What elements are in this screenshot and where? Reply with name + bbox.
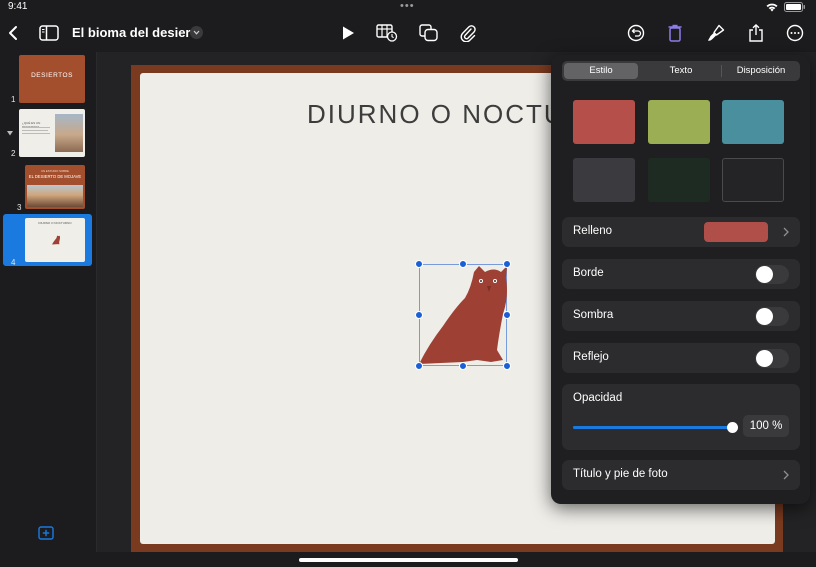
resize-handle[interactable] (459, 260, 467, 268)
format-tabs: Estilo Texto Disposición (562, 61, 800, 81)
more-button[interactable] (782, 20, 808, 46)
tab-text[interactable]: Texto (642, 63, 720, 79)
opacity-value-field[interactable]: 100 % (743, 415, 789, 437)
add-slide-button[interactable] (38, 526, 54, 540)
slide-thumbnail-title: DESIERTOS (31, 72, 73, 79)
document-title[interactable]: El bioma del desierto (72, 25, 203, 40)
undo-button[interactable] (623, 20, 649, 46)
slide-thumbnail-4[interactable]: DIURNO O NOCTURNO (25, 218, 85, 262)
owl-icon (419, 264, 507, 366)
resize-handle[interactable] (415, 260, 423, 268)
paperclip-icon (460, 25, 476, 42)
opacity-label: Opacidad (573, 392, 623, 404)
play-icon (343, 26, 354, 40)
slide-thumbnail-photo (27, 185, 83, 207)
reflection-toggle[interactable] (755, 349, 789, 368)
resize-handle[interactable] (503, 260, 511, 268)
border-row: Borde (562, 259, 800, 289)
slide-thumbnail-3[interactable]: UN ESTUDIO SOBRE EL DESIERTO DE MOJAVE (25, 165, 85, 209)
slide-thumbnail-1[interactable]: DESIERTOS (19, 55, 85, 103)
slide-number: 1 (11, 95, 16, 104)
border-label: Borde (573, 267, 604, 279)
format-button[interactable] (703, 20, 729, 46)
document-menu-button[interactable] (190, 26, 203, 39)
resize-handle[interactable] (503, 311, 511, 319)
chevron-down-icon (193, 30, 200, 35)
shadow-row: Sombra (562, 301, 800, 331)
resize-handle[interactable] (415, 362, 423, 370)
opacity-slider-thumb[interactable] (727, 422, 738, 433)
opacity-row: Opacidad 100 % (562, 384, 800, 450)
wifi-icon (766, 3, 778, 11)
attach-button[interactable] (455, 20, 481, 46)
slide-navigator: DESIERTOS 1 ¿QUÉ ES UN DESIERTO? 2 UN ES… (0, 52, 97, 552)
style-swatch-2[interactable] (648, 100, 710, 144)
reflection-row: Reflejo (562, 343, 800, 373)
chevron-left-icon (9, 26, 17, 40)
opacity-slider[interactable] (573, 422, 738, 433)
paintbrush-icon (708, 24, 725, 41)
shadow-toggle[interactable] (755, 307, 789, 326)
reflection-label: Reflejo (573, 351, 609, 363)
slide-title[interactable]: DIURNO O NOCTU (307, 99, 565, 130)
fill-row[interactable]: Relleno (562, 217, 800, 247)
slide-thumbnail-2[interactable]: ¿QUÉ ES UN DESIERTO? (19, 109, 85, 157)
style-swatch-5[interactable] (648, 158, 710, 202)
status-icons (766, 2, 806, 12)
status-time: 9:41 (8, 1, 28, 12)
plus-square-icon (38, 526, 54, 540)
style-swatch-1[interactable] (573, 100, 635, 144)
chevron-right-icon (783, 470, 789, 480)
slide-number: 4 (11, 258, 16, 267)
slide-number: 3 (17, 203, 22, 212)
slide-number: 2 (11, 149, 16, 158)
border-toggle[interactable] (755, 265, 789, 284)
tab-style[interactable]: Estilo (564, 63, 638, 79)
toolbar: El bioma del desierto (0, 14, 816, 52)
owl-image[interactable] (415, 260, 511, 370)
slide-thumbnail-title: EL DESIERTO DE MOJAVE (28, 174, 82, 179)
status-bar: 9:41 ••• (0, 0, 816, 14)
style-swatch-3[interactable] (722, 100, 784, 144)
chevron-right-icon (783, 227, 789, 237)
resize-handle[interactable] (415, 311, 423, 319)
format-panel: Estilo Texto Disposición Relleno Borde S… (551, 55, 810, 504)
ellipsis-circle-icon (786, 24, 804, 42)
shapes-button[interactable] (416, 20, 442, 46)
battery-icon (784, 2, 805, 12)
back-button[interactable] (0, 20, 26, 46)
fill-color-swatch[interactable] (704, 222, 768, 242)
table-icon (376, 24, 398, 42)
delete-button[interactable] (662, 20, 688, 46)
multitasking-dots[interactable]: ••• (400, 0, 415, 12)
opacity-slider-fill (573, 426, 732, 429)
slide-thumbnail-title: DIURNO O NOCTURNO (38, 221, 72, 225)
share-button[interactable] (743, 20, 769, 46)
play-button[interactable] (335, 20, 361, 46)
slide-thumbnail-subtitle: UN ESTUDIO SOBRE (41, 169, 69, 173)
table-button[interactable] (374, 20, 400, 46)
resize-handle[interactable] (459, 362, 467, 370)
caption-row[interactable]: Título y pie de foto (562, 460, 800, 490)
home-indicator[interactable] (299, 558, 518, 562)
trash-icon (668, 24, 682, 42)
style-swatch-6[interactable] (722, 158, 784, 202)
shadow-label: Sombra (573, 309, 614, 321)
resize-handle[interactable] (503, 362, 511, 370)
slide-thumbnail-photo (55, 114, 83, 152)
style-swatch-4[interactable] (573, 158, 635, 202)
sidebar-icon (39, 25, 59, 41)
fill-label: Relleno (573, 225, 612, 237)
tab-arrange[interactable]: Disposición (722, 63, 800, 79)
owl-thumbnail-icon (52, 235, 60, 245)
sidebar-toggle-button[interactable] (36, 20, 62, 46)
undo-icon (627, 24, 645, 42)
caption-label: Título y pie de foto (573, 468, 668, 480)
share-icon (749, 24, 763, 42)
shapes-icon (419, 24, 438, 42)
disclosure-triangle-icon[interactable] (7, 131, 13, 136)
